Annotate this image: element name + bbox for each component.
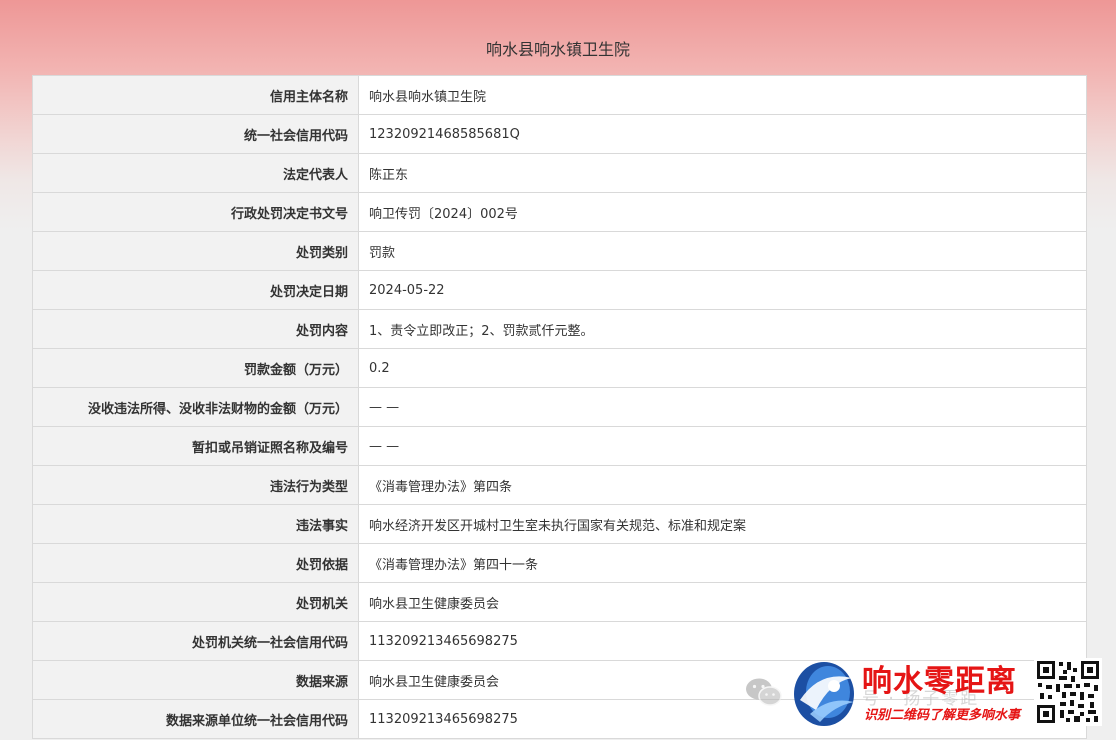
row-value: 响水县响水镇卫生院: [358, 75, 1087, 115]
table-row: 没收违法所得、没收非法财物的金额（万元） — —: [32, 387, 1087, 427]
row-value: 《消毒管理办法》第四十一条: [358, 543, 1087, 583]
row-label: 处罚类别: [32, 231, 359, 271]
row-label: 统一社会信用代码: [32, 114, 359, 154]
row-label: 处罚机关统一社会信用代码: [32, 621, 359, 661]
row-label: 罚款金额（万元）: [32, 348, 359, 388]
row-label: 行政处罚决定书文号: [32, 192, 359, 232]
table-row: 处罚内容 1、责令立即改正；2、罚款贰仟元整。: [32, 309, 1087, 349]
brand-name: 响水零距离: [862, 664, 1017, 699]
row-label: 暂扣或吊销证照名称及编号: [32, 426, 359, 466]
row-label: 没收违法所得、没收非法财物的金额（万元）: [32, 387, 359, 427]
table-row: 法定代表人 陈正东: [32, 153, 1087, 193]
row-label: 处罚机关: [32, 582, 359, 622]
row-value: 陈正东: [358, 153, 1087, 193]
row-label: 数据来源: [32, 660, 359, 700]
logo-icon: [794, 662, 854, 726]
row-value: 响水经济开发区开城村卫生室未执行国家有关规范、标准和规定案: [358, 504, 1087, 544]
row-label: 处罚依据: [32, 543, 359, 583]
table-row: 信用主体名称 响水县响水镇卫生院: [32, 75, 1087, 115]
row-value: 《消毒管理办法》第四条: [358, 465, 1087, 505]
table-row: 处罚类别 罚款: [32, 231, 1087, 271]
row-value: 2024-05-22: [358, 270, 1087, 310]
watermark: 号 · 扬子零距 响水零距离 识别二维码了解更多响水事: [742, 652, 1116, 740]
row-label: 违法行为类型: [32, 465, 359, 505]
table-row: 统一社会信用代码 12320921468585681Q: [32, 114, 1087, 154]
row-value: — —: [358, 426, 1087, 466]
page-title: 响水县响水镇卫生院: [485, 40, 630, 59]
row-value: — —: [358, 387, 1087, 427]
row-value: 0.2: [358, 348, 1087, 388]
qr-code: [1034, 658, 1102, 726]
table-row: 处罚机关 响水县卫生健康委员会: [32, 582, 1087, 622]
row-label: 法定代表人: [32, 153, 359, 193]
row-value: 响卫传罚〔2024〕002号: [358, 192, 1087, 232]
table-row: 处罚依据 《消毒管理办法》第四十一条: [32, 543, 1087, 583]
row-label: 违法事实: [32, 504, 359, 544]
row-label: 数据来源单位统一社会信用代码: [32, 699, 359, 739]
row-label: 处罚内容: [32, 309, 359, 349]
row-label: 处罚决定日期: [32, 270, 359, 310]
wechat-icon: [746, 678, 782, 706]
brand-tagline: 识别二维码了解更多响水事: [864, 708, 1021, 723]
row-value: 12320921468585681Q: [358, 114, 1087, 154]
credit-info-table: 信用主体名称 响水县响水镇卫生院 统一社会信用代码 12320921468585681…: [32, 75, 1087, 739]
table-row: 违法事实 响水经济开发区开城村卫生室未执行国家有关规范、标准和规定案: [32, 504, 1087, 544]
row-value: 罚款: [358, 231, 1087, 271]
row-value: 1、责令立即改正；2、罚款贰仟元整。: [358, 309, 1087, 349]
table-row: 处罚决定日期 2024-05-22: [32, 270, 1087, 310]
table-row: 行政处罚决定书文号 响卫传罚〔2024〕002号: [32, 192, 1087, 232]
table-row: 违法行为类型 《消毒管理办法》第四条: [32, 465, 1087, 505]
table-row: 罚款金额（万元） 0.2: [32, 348, 1087, 388]
row-label: 信用主体名称: [32, 75, 359, 115]
row-value: 响水县卫生健康委员会: [358, 582, 1087, 622]
table-row: 暂扣或吊销证照名称及编号 — —: [32, 426, 1087, 466]
